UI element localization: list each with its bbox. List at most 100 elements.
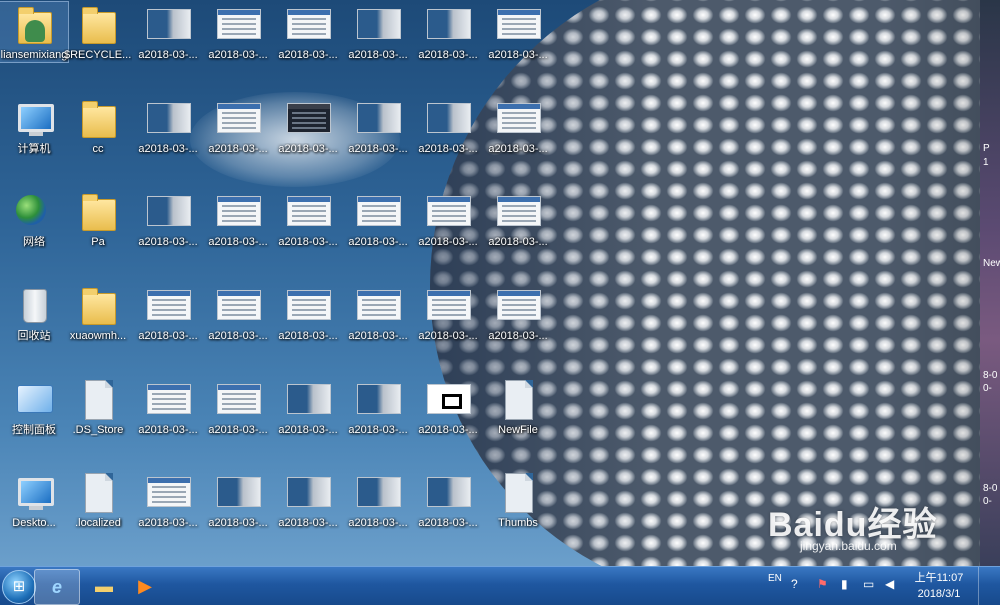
desktop-icon[interactable]: a2018-03-... xyxy=(484,2,552,62)
show-desktop-button[interactable] xyxy=(978,567,993,605)
desktop-icon-label: a2018-03-... xyxy=(348,517,408,529)
image-thumbnail-icon xyxy=(426,283,471,327)
desktop-icon[interactable]: a2018-03-... xyxy=(134,2,202,62)
image-thumbnail-icon xyxy=(286,283,331,327)
desktop-icon-label: a2018-03-... xyxy=(418,49,478,61)
desktop-icon[interactable]: a2018-03-... xyxy=(274,96,342,156)
action-center-flag-icon[interactable]: ⚑ xyxy=(817,577,828,591)
battery-icon[interactable]: ▮ xyxy=(841,577,848,591)
desktop-icon[interactable]: xuaowmh... xyxy=(64,283,132,343)
desktop-icon[interactable]: cc xyxy=(64,96,132,156)
desktop-icon[interactable]: 计算机 xyxy=(0,96,68,156)
desktop-icon[interactable]: a2018-03-... xyxy=(484,96,552,156)
desktop-icon-label: a2018-03-... xyxy=(138,517,198,529)
image-thumbnail-icon xyxy=(216,470,261,514)
taskbar-internet-explorer-button[interactable]: e xyxy=(34,569,80,605)
desktop-icon[interactable]: NewFile xyxy=(484,377,552,437)
desktop-icon[interactable]: Thumbs xyxy=(484,470,552,530)
desktop-icon-label: a2018-03-... xyxy=(488,49,548,61)
desktop-icon[interactable]: $RECYCLE.... xyxy=(64,2,132,62)
help-icon[interactable]: ? xyxy=(791,577,798,591)
desktop-icon[interactable]: a2018-03-... xyxy=(204,2,272,62)
desktop-icon[interactable]: a2018-03-... xyxy=(484,189,552,249)
desktop-icon[interactable]: a2018-03-... xyxy=(414,189,482,249)
desktop-icon-label: a2018-03-... xyxy=(138,424,198,436)
desktop-icon[interactable]: a2018-03-... xyxy=(204,470,272,530)
desktop-icon[interactable]: a2018-03-... xyxy=(134,470,202,530)
clock[interactable]: 上午11:07 2018/3/1 xyxy=(908,570,970,602)
desktop-icon[interactable]: a2018-03-... xyxy=(414,470,482,530)
language-indicator[interactable]: EN xyxy=(768,573,782,584)
desktop-icon-label: a2018-03-... xyxy=(208,517,268,529)
desktop-icon[interactable]: a2018-03-... xyxy=(344,470,412,530)
image-thumbnail-icon xyxy=(356,189,401,233)
desktop-icon[interactable]: a2018-03-... xyxy=(204,189,272,249)
desktop-icon[interactable]: a2018-03-... xyxy=(204,96,272,156)
desktop-icon-label: a2018-03-... xyxy=(488,143,548,155)
desktop-icon-label: 计算机 xyxy=(17,143,51,155)
desktop-icon[interactable]: a2018-03-... xyxy=(134,189,202,249)
desktop-icon-label: a2018-03-... xyxy=(138,236,198,248)
desktop-icon[interactable]: a2018-03-... xyxy=(344,96,412,156)
image-thumbnail-icon xyxy=(146,96,191,140)
taskbar-media-player-button[interactable]: ▶ xyxy=(128,569,162,603)
image-thumbnail-icon xyxy=(286,189,331,233)
desktop-icon[interactable]: Pa xyxy=(64,189,132,249)
desktop-icon[interactable]: a2018-03-... xyxy=(204,377,272,437)
desktop-icon[interactable]: 回收站 xyxy=(0,283,68,343)
image-thumbnail-icon xyxy=(216,377,261,421)
image-thumbnail-icon xyxy=(146,2,191,46)
desktop-icon[interactable]: 控制面板 xyxy=(0,377,68,437)
desktop-icon[interactable]: a2018-03-... xyxy=(274,189,342,249)
desktop-icon[interactable]: a2018-03-... xyxy=(274,377,342,437)
image-thumbnail-icon xyxy=(216,2,261,46)
clock-date: 2018/3/1 xyxy=(917,588,961,600)
desktop-icon[interactable]: a2018-03-... xyxy=(414,283,482,343)
desktop-icon[interactable]: a2018-03-... xyxy=(274,283,342,343)
desktop-icon-label: a2018-03-... xyxy=(348,49,408,61)
desktop-icon[interactable]: a2018-03-... xyxy=(414,96,482,156)
image-thumbnail-icon xyxy=(356,470,401,514)
desktop-icon[interactable]: a2018-03-... xyxy=(134,96,202,156)
desktop-icon[interactable]: a2018-03-... xyxy=(274,470,342,530)
desktop-icon[interactable]: a2018-03-... xyxy=(414,377,482,437)
right-strip-label: P xyxy=(983,143,990,154)
right-strip-label: New xyxy=(983,258,1000,269)
desktop-icon[interactable]: a2018-03-... xyxy=(414,2,482,62)
desktop-icon-label: a2018-03-... xyxy=(208,143,268,155)
image-thumbnail-icon xyxy=(286,2,331,46)
taskbar: ⊞ e ▬ ▶ EN ? ⚑ ▮ ▭ ◀ 上午11:07 2018/3/1 xyxy=(0,566,1000,605)
desktop-icon-label: a2018-03-... xyxy=(278,424,338,436)
image-thumbnail-icon xyxy=(426,2,471,46)
desktop-icon[interactable]: a2018-03-... xyxy=(344,283,412,343)
desktop-icon[interactable]: a2018-03-... xyxy=(134,283,202,343)
folder-icon: ▬ xyxy=(95,576,113,596)
right-strip-label: 0- xyxy=(983,383,992,394)
desktop-icon[interactable]: .localized xyxy=(64,470,132,530)
desktop-icon[interactable]: a2018-03-... xyxy=(344,377,412,437)
network-icon[interactable]: ▭ xyxy=(863,577,874,591)
desktop-icon[interactable]: a2018-03-... xyxy=(344,189,412,249)
desktop-icon[interactable]: a2018-03-... xyxy=(484,283,552,343)
desktop-icon-label: a2018-03-... xyxy=(418,517,478,529)
desktop-icon[interactable]: liansemixiang xyxy=(0,1,69,63)
image-thumbnail-icon xyxy=(216,283,261,327)
desktop-icon[interactable]: a2018-03-... xyxy=(344,2,412,62)
file-icon xyxy=(496,470,540,514)
file-icon xyxy=(496,377,540,421)
desktop-icon[interactable]: 网络 xyxy=(0,189,68,249)
desktop-icon[interactable]: Deskto... xyxy=(0,470,68,530)
image-thumbnail-icon xyxy=(426,96,471,140)
desktop-icon-label: a2018-03-... xyxy=(138,330,198,342)
desktop-icon[interactable]: .DS_Store xyxy=(64,377,132,437)
desktop-icon[interactable]: a2018-03-... xyxy=(274,2,342,62)
desktop-icon[interactable]: a2018-03-... xyxy=(204,283,272,343)
volume-icon[interactable]: ◀ xyxy=(885,577,894,591)
computer-icon xyxy=(12,470,56,514)
desktop[interactable]: liansemixiang $RECYCLE.... a2018-03-... a20… xyxy=(0,0,1000,566)
desktop-icon-label: 回收站 xyxy=(17,330,51,342)
taskbar-windows-explorer-button[interactable]: ▬ xyxy=(82,569,126,603)
recycle-bin-icon xyxy=(12,283,56,327)
desktop-icon[interactable]: a2018-03-... xyxy=(134,377,202,437)
start-button[interactable]: ⊞ xyxy=(2,570,36,604)
